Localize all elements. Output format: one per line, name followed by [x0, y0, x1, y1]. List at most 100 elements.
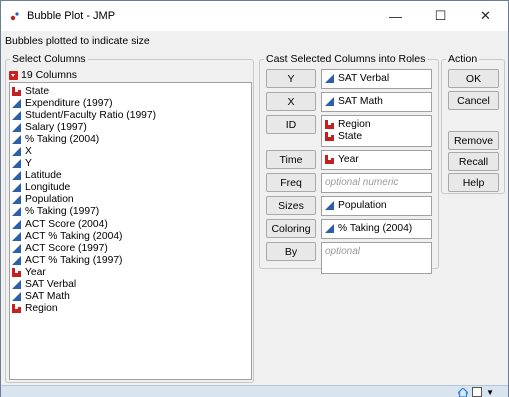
column-list-item[interactable]: Salary (1997): [12, 121, 251, 133]
column-name: Salary (1997): [25, 121, 87, 133]
role-assigned-column[interactable]: SAT Verbal: [325, 72, 428, 84]
column-name: Year: [25, 266, 46, 278]
column-name: % Taking (1997): [25, 206, 100, 218]
continuous-column-icon: [12, 171, 21, 181]
cast-roles-group: Cast Selected Columns into Roles Y SAT Ve…: [259, 53, 439, 274]
column-list-item[interactable]: % Taking (1997): [12, 206, 251, 218]
cast-roles-label: Cast Selected Columns into Roles: [264, 53, 428, 66]
column-list-item[interactable]: SAT Math: [12, 291, 251, 303]
role-assigned-column[interactable]: Year: [325, 153, 428, 165]
status-checkbox[interactable]: [472, 387, 483, 397]
column-list-item[interactable]: Year: [12, 266, 251, 278]
remove-button[interactable]: Remove: [448, 131, 499, 150]
continuous-column-icon: [12, 280, 21, 290]
title-bar: Bubble Plot - JMP — ☐ ✕: [1, 1, 508, 31]
minimize-button[interactable]: —: [373, 1, 418, 31]
column-name: Latitude: [25, 170, 62, 182]
role-box-id[interactable]: Region State: [321, 115, 432, 147]
column-list-item[interactable]: Student/Faculty Ratio (1997): [12, 109, 251, 121]
column-list-item[interactable]: Expenditure (1997): [12, 97, 251, 109]
column-list-item[interactable]: SAT Verbal: [12, 279, 251, 291]
role-button-y[interactable]: Y: [266, 69, 316, 88]
role-assigned-column[interactable]: State: [325, 130, 428, 142]
continuous-column-icon: [325, 96, 334, 106]
column-name: Expenditure (1997): [25, 97, 113, 109]
dialog-hint: Bubbles plotted to indicate size: [5, 35, 150, 47]
nominal-column-icon: [12, 86, 21, 96]
close-button[interactable]: ✕: [463, 1, 508, 31]
cancel-button[interactable]: Cancel: [448, 91, 499, 110]
continuous-column-icon: [325, 223, 334, 233]
continuous-column-icon: [12, 98, 21, 108]
help-button[interactable]: Help: [448, 173, 499, 192]
role-assigned-column[interactable]: % Taking (2004): [325, 222, 428, 234]
role-column-name: Population: [338, 199, 387, 211]
column-name: % Taking (2004): [25, 133, 100, 145]
role-box-coloring[interactable]: % Taking (2004): [321, 219, 432, 239]
column-list-item[interactable]: ACT Score (2004): [12, 218, 251, 230]
continuous-column-icon: [12, 110, 21, 120]
dialog-window: Bubble Plot - JMP — ☐ ✕ Bubbles plotted …: [0, 0, 509, 397]
column-name: ACT % Taking (1997): [25, 254, 123, 266]
continuous-column-icon: [12, 292, 21, 302]
maximize-button[interactable]: ☐: [418, 1, 463, 31]
window-title: Bubble Plot - JMP: [27, 10, 116, 22]
continuous-column-icon: [12, 255, 21, 265]
role-button-by[interactable]: By: [266, 242, 316, 261]
column-name: Population: [25, 194, 74, 206]
column-name: State: [25, 85, 50, 97]
column-list-item[interactable]: State: [12, 85, 251, 97]
continuous-column-icon: [12, 183, 21, 193]
column-list-item[interactable]: ACT % Taking (1997): [12, 254, 251, 266]
home-icon[interactable]: [457, 387, 468, 397]
ok-button[interactable]: OK: [448, 69, 499, 88]
select-columns-label: Select Columns: [10, 53, 88, 66]
column-list-item[interactable]: Population: [12, 194, 251, 206]
select-columns-group: Select Columns 19 Columns State Expenditu…: [5, 53, 254, 383]
columns-header[interactable]: 19 Columns: [9, 69, 77, 81]
column-list-item[interactable]: ACT % Taking (2004): [12, 230, 251, 242]
role-placeholder: optional numeric: [325, 176, 399, 188]
status-dropdown-icon[interactable]: ▼: [486, 388, 494, 397]
column-list-item[interactable]: Region: [12, 303, 251, 315]
role-box-x[interactable]: SAT Math: [321, 92, 432, 112]
column-list-item[interactable]: ACT Score (1997): [12, 242, 251, 254]
role-button-sizes[interactable]: Sizes: [266, 196, 316, 215]
role-assigned-column[interactable]: Region: [325, 118, 428, 130]
role-box-by[interactable]: optional: [321, 242, 432, 274]
column-list-item[interactable]: Longitude: [12, 182, 251, 194]
column-list[interactable]: State Expenditure (1997) Student/Faculty R…: [9, 82, 252, 380]
role-column-name: Year: [338, 153, 359, 165]
columns-count: 19 Columns: [21, 69, 78, 81]
role-column-name: SAT Math: [338, 95, 383, 107]
role-button-freq[interactable]: Freq: [266, 173, 316, 192]
nominal-column-icon: [12, 304, 21, 314]
role-box-time[interactable]: Year: [321, 150, 432, 170]
column-name: X: [25, 146, 32, 158]
role-button-time[interactable]: Time: [266, 150, 316, 169]
role-button-id[interactable]: ID: [266, 115, 316, 134]
continuous-column-icon: [12, 159, 21, 169]
column-list-item[interactable]: Y: [12, 158, 251, 170]
role-assigned-column[interactable]: Population: [325, 199, 428, 211]
role-button-coloring[interactable]: Coloring: [266, 219, 316, 238]
column-name: Y: [25, 158, 32, 170]
status-bar: ▼: [1, 385, 508, 397]
role-button-x[interactable]: X: [266, 92, 316, 111]
continuous-column-icon: [12, 134, 21, 144]
column-name: Longitude: [25, 182, 71, 194]
role-assigned-column[interactable]: SAT Math: [325, 95, 428, 107]
role-box-y[interactable]: SAT Verbal: [321, 69, 432, 89]
column-list-item[interactable]: % Taking (2004): [12, 133, 251, 145]
red-triangle-menu-icon[interactable]: [9, 70, 18, 80]
column-list-item[interactable]: Latitude: [12, 170, 251, 182]
column-list-item[interactable]: X: [12, 145, 251, 157]
nominal-column-icon: [325, 154, 334, 164]
recall-button[interactable]: Recall: [448, 152, 499, 171]
role-box-freq[interactable]: optional numeric: [321, 173, 432, 193]
column-name: SAT Verbal: [25, 279, 77, 291]
role-box-sizes[interactable]: Population: [321, 196, 432, 216]
role-column-name: Region: [338, 118, 371, 130]
continuous-column-icon: [12, 231, 21, 241]
action-label: Action: [446, 53, 480, 66]
